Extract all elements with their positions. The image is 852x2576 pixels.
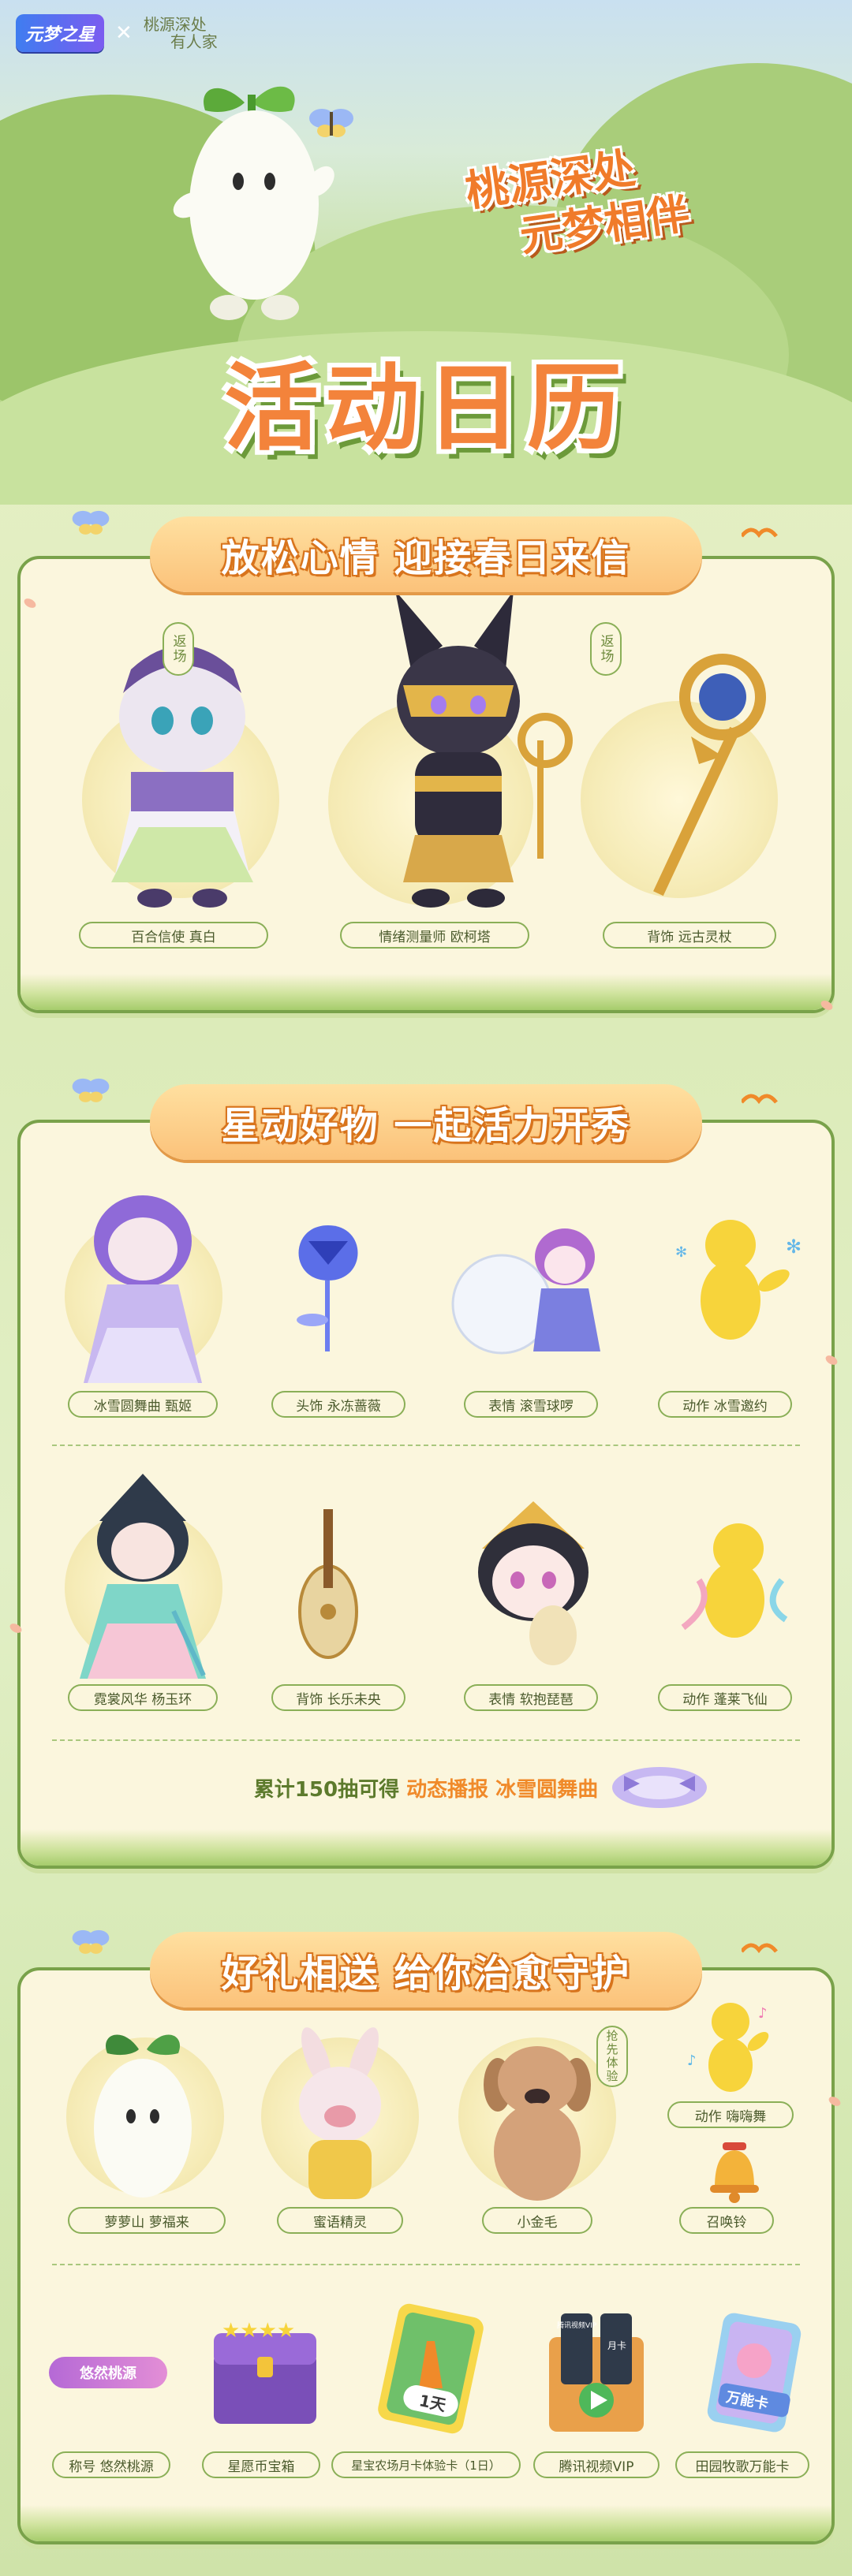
backpiece-ancient-staff[interactable]	[604, 646, 786, 898]
action-hai-dance[interactable]: ♪ ♪	[679, 1994, 782, 2097]
brand-bar: 元梦之星 ✕ 桃源深处 有人家	[16, 14, 218, 52]
row-divider	[52, 2264, 800, 2265]
costume-ice-waltz[interactable]	[60, 1170, 226, 1399]
broadcast-badge-icon	[612, 1767, 707, 1808]
item-label: 动作 嗨嗨舞	[667, 2101, 794, 2128]
item-label: 头饰 永冻蔷薇	[271, 1391, 405, 1418]
item-label: 称号 悠然桃源	[52, 2451, 170, 2478]
costume-rainbow-grace[interactable]	[52, 1466, 234, 1694]
item-label: 表情 软抱琵琶	[464, 1684, 598, 1711]
section1-banner: 放松心情 迎接春日来信	[150, 516, 702, 592]
item-label: 霓裳风华 杨玉环	[68, 1684, 218, 1711]
grass-decoration	[21, 1829, 831, 1866]
emote-snowball-roll[interactable]	[447, 1202, 612, 1367]
emote-hold-pipa[interactable]	[458, 1493, 608, 1667]
close-icon: ✕	[115, 21, 133, 45]
card-type: 月卡	[607, 2340, 626, 2351]
bonus-reward: 动态播报 冰雪圆舞曲	[406, 1778, 599, 1802]
collab-logo: 桃源深处 有人家	[144, 16, 218, 50]
row-divider	[52, 1739, 800, 1741]
section1-title: 放松心情 迎接春日来信	[221, 536, 631, 580]
return-tag: 返场	[590, 622, 622, 676]
svg-text:✻: ✻	[786, 1236, 802, 1258]
svg-text:✻: ✻	[675, 1244, 687, 1261]
backpiece-pipa[interactable]	[281, 1493, 376, 1675]
game-logo[interactable]: 元梦之星	[16, 14, 105, 52]
item-label: 表情 滚雪球啰	[464, 1391, 598, 1418]
tencent-video-vip-card[interactable]: 腾讯视频VIP 月卡	[533, 2306, 660, 2440]
item-label: 田园牧歌万能卡	[675, 2451, 809, 2478]
radish-luofulai[interactable]	[76, 2026, 210, 2207]
item-label: 百合信使 真白	[79, 922, 268, 949]
card-brand: 腾讯视频VIP	[557, 2321, 597, 2330]
item-label: 动作 蓬莱飞仙	[658, 1684, 792, 1711]
svg-text:♪: ♪	[758, 2005, 768, 2022]
butterfly-icon	[309, 109, 353, 137]
item-label: 蜜语精灵	[277, 2207, 403, 2234]
section3-banner: 好礼相送 给你治愈守护	[150, 1932, 702, 2007]
page-title: 活动日历	[224, 354, 628, 464]
butterfly-icon	[72, 1078, 110, 1102]
collab-line2: 有人家	[170, 32, 218, 51]
collab-line1: 桃源深处	[143, 15, 207, 34]
grass-decoration	[21, 2505, 831, 2541]
section-star-goods: ✻ ✻ 冰雪圆舞曲 甄姬 头饰 永冻蔷薇 表情 滚雪球啰 动作 冰雪邀约 霓裳风…	[17, 1120, 835, 1869]
bird-icon	[742, 1943, 778, 1954]
return-tag: 返场	[163, 622, 194, 676]
item-label: 冰雪圆舞曲 甄姬	[68, 1391, 218, 1418]
butterfly-icon	[72, 510, 110, 535]
item-label: 小金毛	[482, 2207, 592, 2234]
item-label: 萝萝山 萝福来	[68, 2207, 226, 2234]
section-gifts: 抢先体验 ♪ ♪ 动作 嗨嗨舞 召唤铃 萝萝山 萝福来 蜜语精灵 小金毛 悠然桃…	[17, 1967, 835, 2544]
summon-bell-icon[interactable]	[699, 2136, 770, 2207]
section2-title: 星动好物 一起活力开秀	[221, 1104, 631, 1148]
honey-sprite[interactable]	[269, 2026, 411, 2207]
bird-icon	[742, 528, 778, 539]
item-label: 召唤铃	[679, 2207, 774, 2234]
section-spring-letters: 返场 返场 百合信使 真白 情绪测量师 欧柯塔 背饰 远古灵杖	[17, 556, 835, 1013]
item-label: 背饰 远古灵杖	[603, 922, 776, 949]
headwear-frozen-rose[interactable]	[273, 1210, 383, 1359]
bonus-prefix: 累计150抽可得	[253, 1778, 400, 1802]
golden-retriever-pet[interactable]	[466, 2026, 608, 2207]
action-ice-invite[interactable]: ✻ ✻	[667, 1210, 802, 1359]
item-label: 背饰 长乐未央	[271, 1684, 405, 1711]
item-label: 星愿币宝箱	[202, 2451, 320, 2478]
star-coin-chest[interactable]: ★★★★	[198, 2309, 332, 2436]
early-access-tag: 抢先体验	[596, 2026, 628, 2087]
item-label: 腾讯视频VIP	[533, 2451, 660, 2478]
pastoral-wildcard[interactable]: 万能卡	[699, 2306, 809, 2440]
action-penglai-fly[interactable]	[667, 1509, 802, 1659]
item-label: 情绪测量师 欧柯塔	[340, 922, 529, 949]
svg-text:★★★★: ★★★★	[222, 2319, 295, 2343]
section3-title: 好礼相送 给你治愈守护	[221, 1952, 631, 1996]
section2-banner: 星动好物 一起活力开秀	[150, 1084, 702, 1160]
butterfly-icon	[72, 1929, 110, 1954]
item-label: 星宝农场月卡体验卡（1日）	[331, 2451, 521, 2478]
farm-monthly-card[interactable]: 1天	[372, 2294, 490, 2444]
costume-emotion-meter[interactable]	[340, 583, 592, 922]
bird-icon	[742, 1094, 778, 1105]
title-badge[interactable]: 悠然桃源	[49, 2357, 167, 2388]
hero-banner: 元梦之星 ✕ 桃源深处 有人家 桃源深处 元梦相伴 活动日历	[0, 0, 852, 505]
svg-text:♪: ♪	[687, 2052, 697, 2069]
row-divider	[52, 1445, 800, 1446]
grass-decoration	[21, 974, 831, 1010]
item-label: 动作 冰雪邀约	[658, 1391, 792, 1418]
